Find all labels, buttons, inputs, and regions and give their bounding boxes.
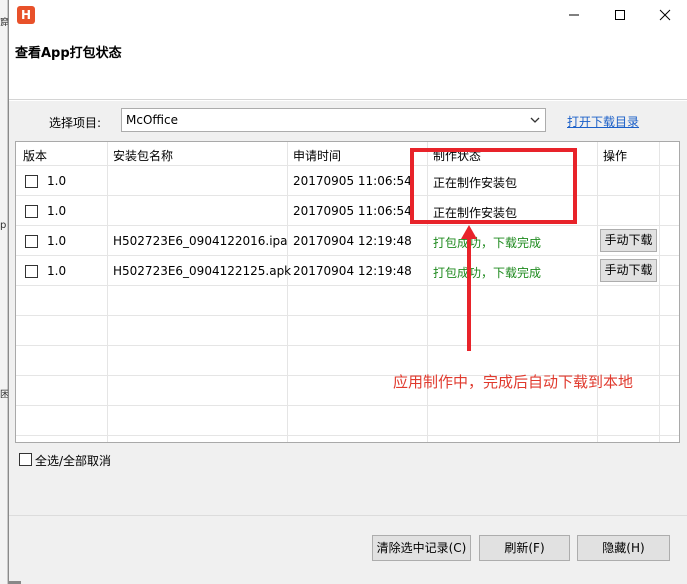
package-status-dialog: H 查看App打包状态 选择项目: McOffice 打开下载目录 版本 安装包… xyxy=(8,0,687,584)
row-package-name: H502723E6_0904122125.apk xyxy=(113,264,292,278)
row-status: 打包成功，下载完成 xyxy=(433,236,542,250)
row-status: 打包成功，下载完成 xyxy=(433,266,542,280)
row-package-name: H502723E6_0904122016.ipa xyxy=(113,234,288,248)
close-button[interactable] xyxy=(642,0,687,30)
project-select-value: McOffice xyxy=(126,113,178,127)
maximize-button[interactable] xyxy=(597,0,643,30)
dialog-body: 选择项目: McOffice 打开下载目录 版本 安装包名称 申请时间 制作状态… xyxy=(9,101,687,584)
minimize-button[interactable] xyxy=(551,0,597,30)
minimize-icon xyxy=(569,14,579,16)
background-glyph: 困 xyxy=(0,390,8,398)
close-icon xyxy=(659,9,671,21)
row-checkbox[interactable] xyxy=(25,265,38,278)
project-select[interactable]: McOffice xyxy=(121,108,546,132)
column-header-request-time[interactable]: 申请时间 xyxy=(293,147,341,164)
dialog-title: 查看App打包状态 xyxy=(15,46,122,61)
row-version: 1.0 xyxy=(47,204,67,218)
app-logo-icon: H xyxy=(17,6,35,24)
package-table: 版本 安装包名称 申请时间 制作状态 操作 1.0 20170905 11:06… xyxy=(15,141,680,443)
footer-divider xyxy=(9,515,687,516)
background-app-strip: 窟 p 困 xyxy=(0,0,8,584)
row-version: 1.0 xyxy=(47,264,67,278)
column-header-package-name[interactable]: 安装包名称 xyxy=(113,147,173,164)
title-bar: H xyxy=(9,0,687,30)
manual-download-button[interactable]: 手动下载 xyxy=(600,259,657,282)
row-request-time: 20170905 11:06:54 xyxy=(293,174,412,188)
chevron-down-icon xyxy=(530,117,540,123)
maximize-icon xyxy=(615,10,625,20)
background-glyph: 窟 xyxy=(0,18,8,26)
annotation-arrow-icon xyxy=(461,225,477,351)
row-request-time: 20170904 12:19:48 xyxy=(293,234,412,248)
resize-grip-icon xyxy=(9,581,21,584)
project-label: 选择项目: xyxy=(49,116,102,130)
annotation-highlight-box xyxy=(410,148,577,224)
row-checkbox[interactable] xyxy=(25,175,38,188)
row-checkbox[interactable] xyxy=(25,205,38,218)
column-header-version[interactable]: 版本 xyxy=(23,147,47,164)
row-version: 1.0 xyxy=(47,234,67,248)
manual-download-button[interactable]: 手动下载 xyxy=(600,229,657,252)
row-request-time: 20170904 12:19:48 xyxy=(293,264,412,278)
select-all-label: 全选/全部取消 xyxy=(35,454,112,468)
dialog-header: 查看App打包状态 xyxy=(9,30,687,100)
refresh-button[interactable]: 刷新(F) xyxy=(479,535,570,561)
column-header-action[interactable]: 操作 xyxy=(603,147,627,164)
annotation-text: 应用制作中，完成后自动下载到本地 xyxy=(393,373,634,391)
clear-selected-button[interactable]: 清除选中记录(C) xyxy=(372,535,471,561)
background-glyph: p xyxy=(0,220,7,231)
select-all-checkbox[interactable] xyxy=(19,453,32,466)
open-download-dir-link[interactable]: 打开下载目录 xyxy=(567,113,639,130)
hide-button[interactable]: 隐藏(H) xyxy=(577,535,670,561)
row-checkbox[interactable] xyxy=(25,235,38,248)
row-request-time: 20170905 11:06:54 xyxy=(293,204,412,218)
row-version: 1.0 xyxy=(47,174,67,188)
